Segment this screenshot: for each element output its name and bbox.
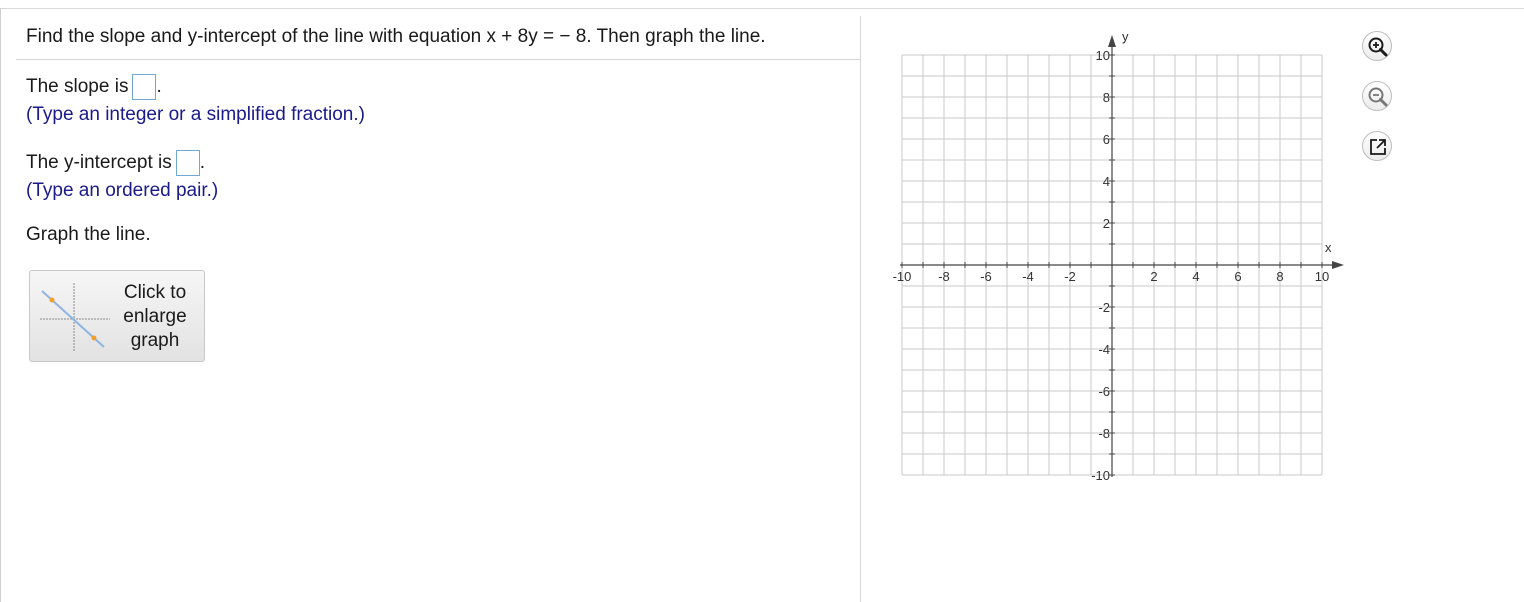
- y-tick-label: -10: [1091, 468, 1110, 483]
- coordinate-graph[interactable]: -10 -8 -6 -4 -2 2 4 6 8 10 10 8 6 4 2 -2 -4 -6 -8 -10 x y: [885, 28, 1355, 498]
- slope-hint: (Type an integer or a simplified fractio…: [26, 104, 365, 125]
- x-tick-label: -4: [1022, 269, 1034, 284]
- left-border: [0, 8, 1, 602]
- slope-answer-input[interactable]: [132, 74, 157, 100]
- zoom-in-icon: [1368, 37, 1388, 57]
- zoom-out-icon: [1368, 87, 1388, 107]
- x-tick-label: 10: [1315, 269, 1329, 284]
- y-tick-label: -4: [1098, 342, 1110, 357]
- x-tick-label: 8: [1276, 269, 1283, 284]
- graph-axes: [900, 35, 1344, 477]
- x-axis-label: x: [1325, 240, 1332, 255]
- graph-thumbnail-icon: [40, 283, 110, 351]
- intercept-suffix: .: [199, 152, 206, 174]
- y-tick-label: 8: [1103, 90, 1110, 105]
- zoom-out-button[interactable]: [1362, 81, 1392, 111]
- question-separator: [16, 59, 860, 60]
- x-tick-label: -6: [980, 269, 992, 284]
- intercept-answer-input[interactable]: [175, 150, 200, 176]
- y-tick-label: 10: [1096, 48, 1110, 63]
- y-axis-label: y: [1122, 29, 1129, 44]
- y-tick-label: 6: [1103, 132, 1110, 147]
- question-text: Find the slope and y-intercept of the li…: [26, 26, 766, 47]
- x-tick-label: -8: [938, 269, 950, 284]
- pop-out-icon: [1370, 139, 1386, 155]
- y-axis-arrow: [1108, 35, 1116, 47]
- y-tick-label: 4: [1103, 174, 1110, 189]
- x-tick-label: 6: [1234, 269, 1241, 284]
- x-tick-labels: -10 -8 -6 -4 -2 2 4 6 8 10: [893, 269, 1330, 284]
- x-tick-label: 2: [1150, 269, 1157, 284]
- enlarge-graph-button[interactable]: Click to enlarge graph: [29, 270, 205, 362]
- intercept-line: The y-intercept is.: [26, 150, 205, 176]
- y-tick-label: -2: [1098, 300, 1110, 315]
- x-tick-label: 4: [1192, 269, 1199, 284]
- slope-prefix: The slope is: [26, 76, 129, 98]
- panel-divider: [860, 16, 861, 602]
- slope-line: The slope is.: [26, 74, 162, 100]
- x-tick-label: -2: [1064, 269, 1076, 284]
- slope-suffix: .: [156, 76, 162, 98]
- x-axis-arrow: [1332, 261, 1344, 269]
- intercept-prefix: The y-intercept is: [26, 152, 172, 174]
- y-tick-label: -8: [1098, 426, 1110, 441]
- enlarge-graph-label: Click to enlarge graph: [123, 282, 187, 351]
- top-border: [0, 8, 1524, 9]
- x-tick-label: -10: [893, 269, 912, 284]
- y-tick-label: -6: [1098, 384, 1110, 399]
- intercept-hint: (Type an ordered pair.): [26, 180, 219, 201]
- graph-prompt: Graph the line.: [26, 224, 151, 245]
- y-tick-label: 2: [1103, 216, 1110, 231]
- zoom-in-button[interactable]: [1362, 31, 1392, 61]
- pop-out-button[interactable]: [1362, 131, 1392, 161]
